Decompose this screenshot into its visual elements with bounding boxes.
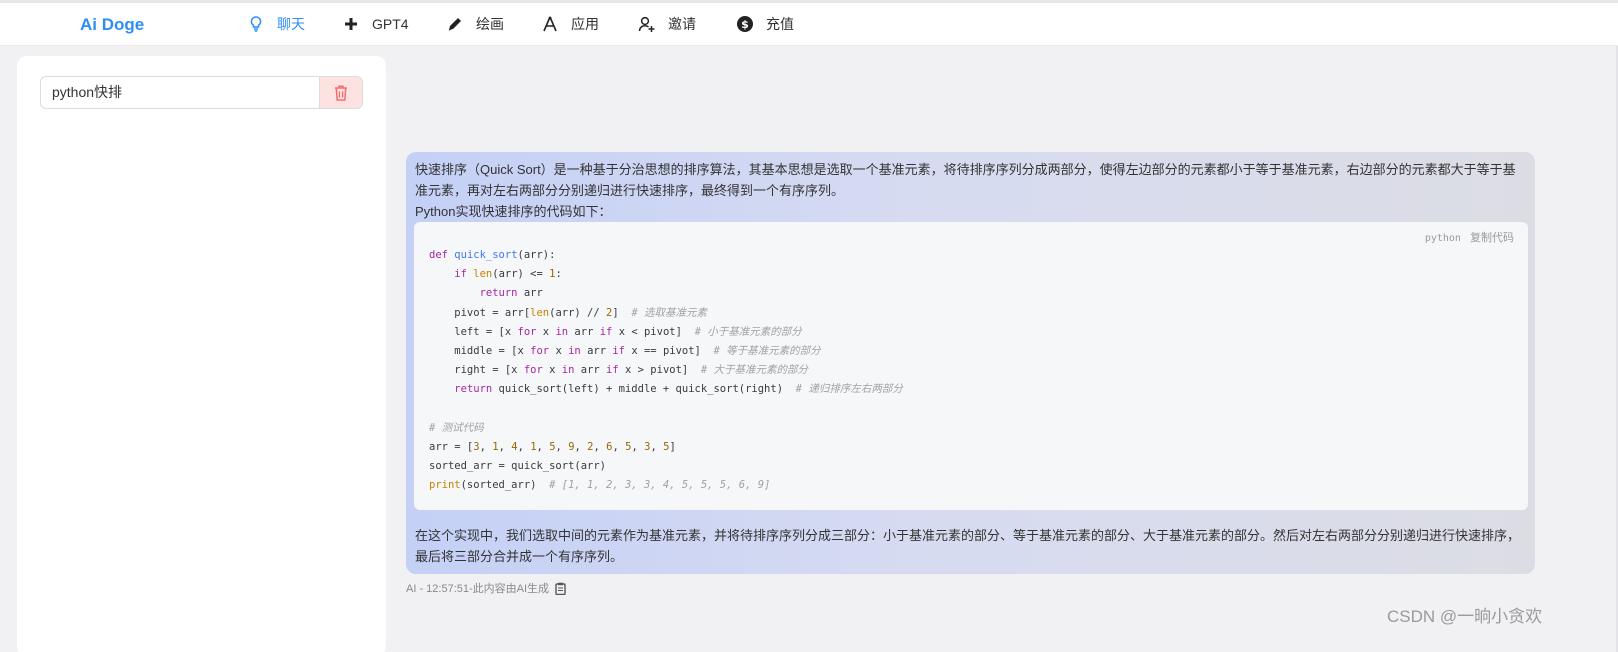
nav-item-label: 应用 (571, 16, 599, 32)
message-outro: 在这个实现中，我们选取中间的元素作为基准元素，并将待排序序列分成三部分：小于基准… (415, 528, 1521, 564)
message-code-intro: Python实现快速排序的代码如下： (415, 204, 612, 219)
ai-message-bubble: 快速排序（Quick Sort）是一种基于分治思想的排序算法，其基本思想是选取一… (406, 152, 1535, 574)
copy-code-button[interactable]: 复制代码 (1470, 232, 1514, 244)
code-line: sorted_arr = quick_sort(arr) (429, 460, 607, 473)
code-line: return arr (479, 287, 543, 300)
code-content: def quick_sort(arr): if len(arr) <= 1: r… (429, 246, 903, 496)
nav-item-invite[interactable]: 邀请 (638, 12, 696, 36)
conversation-item[interactable]: python快排 (40, 76, 363, 109)
add-user-icon (638, 16, 655, 32)
code-line: left = [x for x in arr if x < pivot] # 小… (429, 325, 802, 338)
code-line: return quick_sort(left) + middle + quick… (454, 383, 903, 396)
message-meta: AI - 12:57:51-此内容由AI生成 (406, 580, 566, 596)
code-line: middle = [x for x in arr if x == pivot] … (429, 345, 821, 358)
nav-item-label: 聊天 (277, 16, 305, 32)
conversation-title[interactable]: python快排 (41, 77, 319, 108)
dollar-icon: $ (737, 16, 753, 32)
code-line: # 测试代码 (429, 421, 484, 434)
trash-icon (335, 85, 347, 101)
message-intro: 快速排序（Quick Sort）是一种基于分治思想的排序算法，其基本思想是选取一… (415, 162, 1516, 198)
nav-item-label: 绘画 (476, 16, 504, 32)
message-meta-text: AI - 12:57:51-此内容由AI生成 (406, 583, 550, 595)
code-line: arr = [3, 1, 4, 1, 5, 9, 2, 6, 5, 3, 5] (429, 441, 676, 454)
clipboard-icon[interactable] (555, 582, 566, 595)
compass-icon (543, 16, 557, 32)
sidebar: python快排 (17, 56, 386, 652)
code-line: pivot = arr[len(arr) // 2] # 选取基准元素 (429, 306, 707, 319)
bulb-icon (250, 16, 262, 32)
nav-item-draw[interactable]: 绘画 (446, 12, 504, 36)
top-navbar: Ai Doge 聊天 GPT4 绘画 应用 邀请 $ 充值 (0, 3, 1618, 46)
pen-icon (448, 18, 461, 31)
brand-logo[interactable]: Ai Doge (80, 15, 144, 35)
code-toolbar: python 复制代码 (1425, 229, 1514, 245)
watermark: CSDN @一晌小贪欢 (1387, 607, 1543, 626)
nav-item-recharge[interactable]: $ 充值 (736, 12, 794, 36)
code-line: def quick_sort(arr): (429, 249, 556, 261)
plus-icon (345, 18, 357, 30)
code-line: if len(arr) <= 1: (454, 268, 562, 281)
nav-item-chat[interactable]: 聊天 (247, 12, 305, 36)
svg-text:$: $ (741, 18, 749, 31)
code-line: right = [x for x in arr if x > pivot] # … (429, 364, 809, 377)
nav-item-gpt4[interactable]: GPT4 (342, 12, 409, 36)
code-language: python (1424, 233, 1461, 244)
nav-item-label: 充值 (766, 16, 794, 32)
nav-item-label: 邀请 (668, 16, 696, 32)
delete-conversation-button[interactable] (319, 77, 362, 108)
nav-item-apps[interactable]: 应用 (541, 12, 599, 36)
code-line: print(sorted_arr) # [1, 1, 2, 3, 3, 4, 5… (429, 479, 771, 492)
code-block: python 复制代码 def quick_sort(arr): if len(… (414, 222, 1528, 510)
nav-item-label: GPT4 (372, 16, 409, 32)
